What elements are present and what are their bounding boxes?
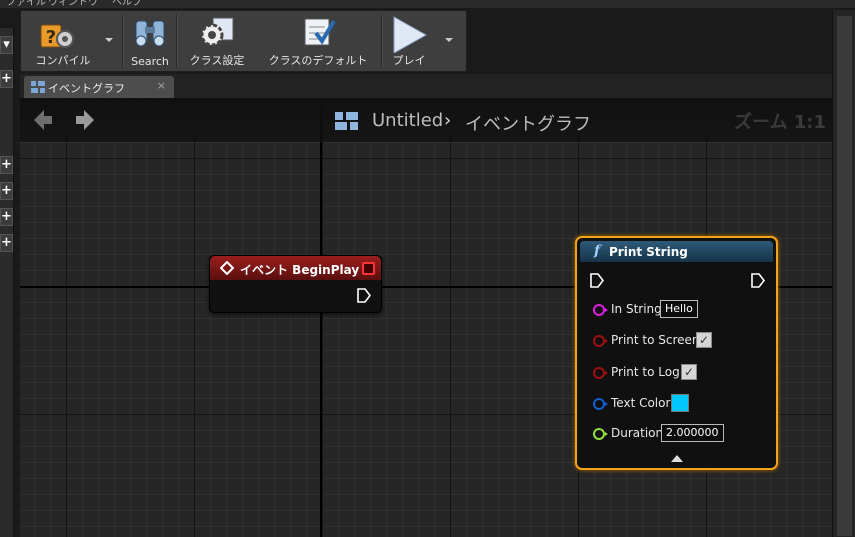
menu-bar: ファイル ウィンドウ ヘルプ [0,0,855,8]
toolbar-separator [122,14,124,68]
print-to-log-checkbox[interactable]: ✓ [681,364,697,380]
float-pin-icon[interactable] [593,428,608,440]
node-title: Print String [609,245,688,259]
class-defaults-label: クラスのデフォルト [268,54,368,67]
close-icon[interactable]: × [157,79,166,92]
text-color-swatch[interactable] [671,394,689,412]
in-string-input[interactable]: Hello [660,300,698,318]
toolbar-separator [381,14,383,68]
compile-button[interactable]: ? コンパイル [23,11,103,71]
pin-label: In String [611,302,662,316]
duration-input[interactable]: 2.000000 [661,424,724,442]
search-binoculars-icon [135,20,165,47]
toolbar: ? コンパイル Search クラス設定 クラスのデフォルト プレイ [20,10,467,72]
play-dropdown-icon[interactable] [445,38,453,42]
compile-dropdown-icon[interactable] [105,38,113,42]
compile-icon: ? [40,24,74,48]
exec-pin-icon[interactable] [751,273,765,288]
graph-icon [31,81,45,93]
left-panel: ▾ + + + + + [0,28,14,537]
class-settings-button[interactable]: クラス設定 [181,11,253,71]
breadcrumb-separator: › [444,110,452,131]
print-to-screen-checkbox[interactable]: ✓ [696,332,712,348]
bool-pin-icon[interactable] [593,335,608,347]
event-beginplay-node[interactable]: イベント BeginPlay [209,255,382,313]
tab-label: イベントグラフ [48,82,125,95]
scrollbar[interactable] [837,16,852,536]
play-label: プレイ [392,54,426,67]
class-settings-label: クラス設定 [189,54,245,67]
expand-arrow-icon[interactable] [671,455,683,462]
back-arrow-icon[interactable] [34,110,52,130]
add-button-2[interactable]: + [0,156,13,174]
pin-label: Print to Log [611,365,680,379]
forward-arrow-icon[interactable] [76,110,94,130]
exec-pin-icon[interactable] [590,273,604,288]
color-pin-icon[interactable] [593,398,608,410]
pin-label: Duration [611,426,664,440]
add-button-4[interactable]: + [0,208,13,226]
exec-pin-icon[interactable] [357,288,371,303]
zoom-level: ズーム 1:1 [734,112,826,133]
menu-file[interactable]: ファイル [6,0,46,8]
string-pin-icon[interactable] [593,304,608,316]
class-defaults-icon [304,18,336,46]
search-label: Search [131,55,169,68]
print-string-node[interactable]: f Print String In String Hello Print to … [575,236,778,470]
play-button[interactable]: プレイ [385,11,433,71]
add-button-5[interactable]: + [0,234,13,252]
node-title: イベント BeginPlay [240,263,360,277]
node-header: f Print String [580,241,773,262]
graph-icon [335,112,358,130]
collapse-arrow-icon[interactable]: ▾ [0,36,13,54]
right-panel [832,10,855,537]
bool-pin-icon[interactable] [593,367,608,379]
play-icon [393,16,428,53]
pin-label: Print to Screen [611,333,700,347]
toolbar-separator [176,14,178,68]
function-icon: f [594,243,601,259]
pin-label: Text Color [611,396,671,410]
tab-event-graph[interactable]: イベントグラフ × [24,76,174,98]
search-button[interactable]: Search [125,11,175,71]
graph-axis-vertical [320,98,322,537]
breadcrumb-current: イベントグラフ [465,114,591,135]
delegate-pin-icon[interactable] [362,262,375,275]
breadcrumb-root[interactable]: Untitled [372,110,443,131]
event-diamond-icon [220,261,234,275]
menu-window[interactable]: ウィンドウ [48,0,98,8]
menu-help[interactable]: ヘルプ [112,0,142,8]
class-settings-icon [200,17,234,47]
add-button-3[interactable]: + [0,182,13,200]
add-button-1[interactable]: + [0,70,13,88]
compile-label: コンパイル [35,54,91,67]
svg-text:?: ? [46,27,56,48]
class-defaults-button[interactable]: クラスのデフォルト [259,11,377,71]
